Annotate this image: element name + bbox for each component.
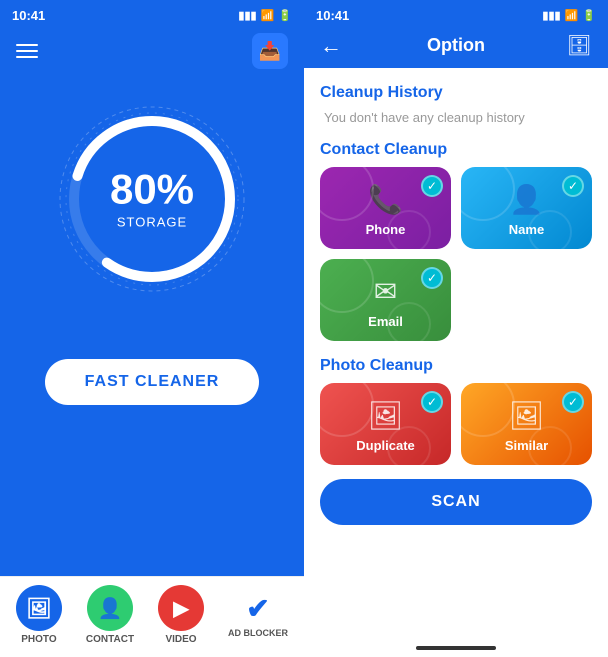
similar-icon: 🖼 xyxy=(509,399,545,432)
storage-circle: 80% STORAGE xyxy=(52,99,252,299)
contact-card-grid: ✓ 📞 Phone ✓ 👤 Name xyxy=(320,167,592,249)
home-indicator xyxy=(416,646,496,650)
right-content: Cleanup History You don't have any clean… xyxy=(304,68,608,639)
video-label: VIDEO xyxy=(165,634,196,645)
photo-label: PHOTO xyxy=(21,634,56,645)
storage-icon-btn[interactable]: 📥 xyxy=(252,33,288,69)
bottom-bar xyxy=(304,639,608,657)
duplicate-card[interactable]: ✓ 🖼 Duplicate xyxy=(320,383,451,465)
phone-icon: 📞 xyxy=(368,183,403,216)
photo-cleanup-title: Photo Cleanup xyxy=(320,357,592,375)
inbox-icon: 📥 xyxy=(259,41,281,62)
storage-label: STORAGE xyxy=(110,215,194,230)
email-card[interactable]: ✓ ✉ Email xyxy=(320,259,451,341)
battery-right-icon: 🔋 xyxy=(582,9,596,22)
phone-card[interactable]: ✓ 📞 Phone xyxy=(320,167,451,249)
fast-cleaner-button[interactable]: FAST CLEANER xyxy=(45,359,260,405)
name-check-icon: ✓ xyxy=(562,175,584,197)
time-right: 10:41 xyxy=(316,8,349,23)
nav-photo[interactable]: 🖼 PHOTO xyxy=(16,585,62,645)
scan-button[interactable]: SCAN xyxy=(320,479,592,525)
time-left: 10:41 xyxy=(12,8,45,23)
contact-label: CONTACT xyxy=(86,634,134,645)
right-panel: 10:41 ▮▮▮ 📶 🔋 ← Option 🗄 Cleanup History… xyxy=(304,0,608,657)
phone-label: Phone xyxy=(366,222,406,237)
battery-icon: 🔋 xyxy=(278,9,292,22)
option-header: ← Option 🗄 xyxy=(304,27,608,68)
photo-icon: 🖼 xyxy=(26,596,51,621)
wifi-icon: 📶 xyxy=(261,9,275,22)
nav-contact[interactable]: 👤 CONTACT xyxy=(86,585,134,645)
database-icon: 🗄 xyxy=(567,33,592,58)
contact-nav-icon: 👤 xyxy=(87,585,133,631)
storage-percent: 80% xyxy=(110,169,194,211)
contact-icon: 👤 xyxy=(98,596,123,621)
video-nav-icon: ▶ xyxy=(158,585,204,631)
name-person-icon: 👤 xyxy=(509,183,544,216)
cleanup-history-empty: You don't have any cleanup history xyxy=(320,110,592,125)
left-panel: 10:41 ▮▮▮ 📶 🔋 📥 80% STORAGE xyxy=(0,0,304,657)
status-icons-left: ▮▮▮ 📶 🔋 xyxy=(238,9,292,22)
similar-label: Similar xyxy=(505,438,548,453)
name-card[interactable]: ✓ 👤 Name xyxy=(461,167,592,249)
duplicate-icon: 🖼 xyxy=(368,399,404,432)
email-check-icon: ✓ xyxy=(421,267,443,289)
ad-blocker-label: AD BLOCKER xyxy=(228,628,288,638)
status-icons-right: ▮▮▮ 📶 🔋 xyxy=(542,9,596,22)
email-card-row: ✓ ✉ Email xyxy=(320,259,592,341)
bottom-nav: 🖼 PHOTO 👤 CONTACT ▶ VIDEO ✔ AD BLOCKER xyxy=(0,576,304,657)
email-label: Email xyxy=(368,314,403,329)
email-icon: ✉ xyxy=(374,275,397,308)
signal-icon: ▮▮▮ xyxy=(238,9,256,22)
contact-cleanup-title: Contact Cleanup xyxy=(320,141,592,159)
header-left: 📥 xyxy=(0,27,304,79)
status-bar-left: 10:41 ▮▮▮ 📶 🔋 xyxy=(0,0,304,27)
photo-nav-icon: 🖼 xyxy=(16,585,62,631)
ad-blocker-check-icon: ✔ xyxy=(246,592,269,625)
nav-video[interactable]: ▶ VIDEO xyxy=(158,585,204,645)
name-label: Name xyxy=(509,222,544,237)
similar-check-icon: ✓ xyxy=(562,391,584,413)
option-title: Option xyxy=(427,35,485,56)
photo-card-grid: ✓ 🖼 Duplicate ✓ 🖼 Similar xyxy=(320,383,592,465)
menu-icon[interactable] xyxy=(16,44,38,58)
phone-check-icon: ✓ xyxy=(421,175,443,197)
status-bar-right: 10:41 ▮▮▮ 📶 🔋 xyxy=(304,0,608,27)
signal-right-icon: ▮▮▮ xyxy=(542,9,560,22)
cleanup-history-title: Cleanup History xyxy=(320,84,592,102)
duplicate-check-icon: ✓ xyxy=(421,391,443,413)
video-icon: ▶ xyxy=(173,596,188,621)
back-button[interactable]: ← xyxy=(320,33,342,59)
circle-center: 80% STORAGE xyxy=(110,169,194,230)
wifi-right-icon: 📶 xyxy=(565,9,579,22)
nav-ad-blocker[interactable]: ✔ AD BLOCKER xyxy=(228,592,288,638)
similar-card[interactable]: ✓ 🖼 Similar xyxy=(461,383,592,465)
duplicate-label: Duplicate xyxy=(356,438,415,453)
